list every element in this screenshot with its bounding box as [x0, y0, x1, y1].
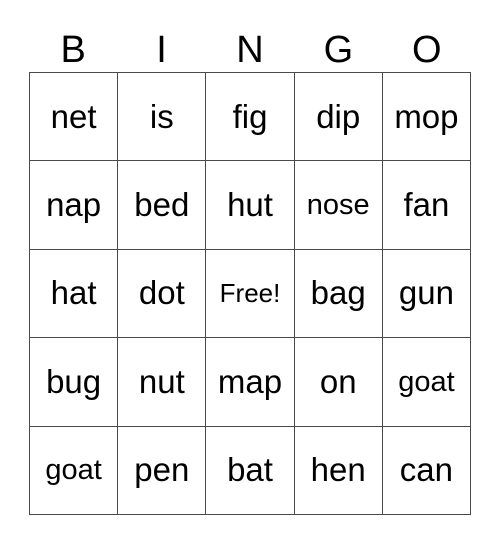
- bingo-row: goat pen bat hen can: [30, 426, 472, 515]
- bingo-cell-label: on: [319, 362, 357, 400]
- bingo-header-letter-i: I: [156, 29, 167, 71]
- bingo-cell-label: net: [50, 97, 97, 135]
- bingo-cell[interactable]: dot: [118, 249, 207, 339]
- bingo-cell-label: pen: [134, 451, 190, 489]
- bingo-cell[interactable]: pen: [118, 426, 207, 515]
- bingo-cell-label: hut: [227, 186, 273, 224]
- bingo-cell[interactable]: goat: [382, 338, 472, 427]
- bingo-cell[interactable]: fig: [206, 73, 295, 162]
- bingo-row: hat dot Free! bag gun: [30, 249, 472, 339]
- bingo-header-row: B I N G O: [29, 14, 471, 72]
- bingo-cell[interactable]: map: [206, 338, 295, 427]
- bingo-cell-free-space[interactable]: Free!: [206, 249, 295, 339]
- bingo-cell-label: dip: [316, 97, 361, 135]
- bingo-free-space-label: Free!: [219, 278, 281, 309]
- bingo-cell[interactable]: nose: [294, 161, 383, 250]
- bingo-row: bug nut map on goat: [30, 338, 472, 427]
- bingo-cell-label: map: [217, 362, 283, 400]
- bingo-cell[interactable]: hat: [30, 249, 119, 339]
- bingo-cell-label: nose: [306, 189, 370, 222]
- bingo-grid: net is fig dip mop nap bed hut nose fan …: [29, 72, 472, 515]
- bingo-header-letter-b: B: [60, 29, 86, 71]
- bingo-header-letter-g: G: [323, 29, 354, 71]
- bingo-cell-label: nap: [46, 186, 102, 224]
- bingo-cell[interactable]: nut: [118, 338, 207, 427]
- bingo-cell[interactable]: can: [382, 426, 472, 515]
- bingo-cell[interactable]: on: [294, 338, 383, 427]
- bingo-cell-label: fan: [403, 186, 450, 224]
- bingo-cell-label: can: [399, 451, 454, 489]
- bingo-row: nap bed hut nose fan: [30, 161, 472, 250]
- bingo-card: B I N G O net is fig dip mop nap bed hut…: [29, 14, 472, 515]
- bingo-cell[interactable]: bag: [294, 249, 383, 339]
- bingo-cell[interactable]: hut: [206, 161, 295, 250]
- bingo-cell-label: bat: [227, 451, 273, 489]
- bingo-cell-label: is: [149, 97, 174, 135]
- bingo-header-letter-n: N: [236, 29, 264, 71]
- bingo-cell[interactable]: bug: [30, 338, 119, 427]
- bingo-cell[interactable]: gun: [382, 249, 472, 339]
- bingo-cell[interactable]: fan: [382, 161, 472, 250]
- bingo-header-letter-o: O: [411, 29, 442, 71]
- bingo-cell[interactable]: bed: [118, 161, 207, 250]
- bingo-row: net is fig dip mop: [30, 73, 472, 162]
- bingo-cell-label: bed: [134, 186, 190, 224]
- bingo-cell-label: mop: [394, 97, 459, 135]
- bingo-cell-label: goat: [45, 454, 102, 487]
- bingo-cell[interactable]: mop: [382, 73, 472, 162]
- bingo-cell-label: bag: [310, 274, 366, 312]
- bingo-cell-label: fig: [232, 97, 268, 135]
- bingo-cell[interactable]: nap: [30, 161, 119, 250]
- bingo-cell[interactable]: goat: [30, 426, 119, 515]
- bingo-cell[interactable]: is: [118, 73, 207, 162]
- bingo-cell[interactable]: dip: [294, 73, 383, 162]
- bingo-cell-label: gun: [398, 274, 454, 312]
- bingo-cell[interactable]: hen: [294, 426, 383, 515]
- bingo-cell-label: goat: [398, 365, 455, 398]
- bingo-cell-label: hen: [310, 451, 366, 489]
- bingo-cell[interactable]: bat: [206, 426, 295, 515]
- bingo-cell-label: dot: [138, 274, 185, 312]
- bingo-cell-label: hat: [50, 274, 97, 312]
- bingo-cell-label: bug: [46, 362, 102, 400]
- bingo-cell-label: nut: [138, 362, 185, 400]
- bingo-cell[interactable]: net: [30, 73, 119, 162]
